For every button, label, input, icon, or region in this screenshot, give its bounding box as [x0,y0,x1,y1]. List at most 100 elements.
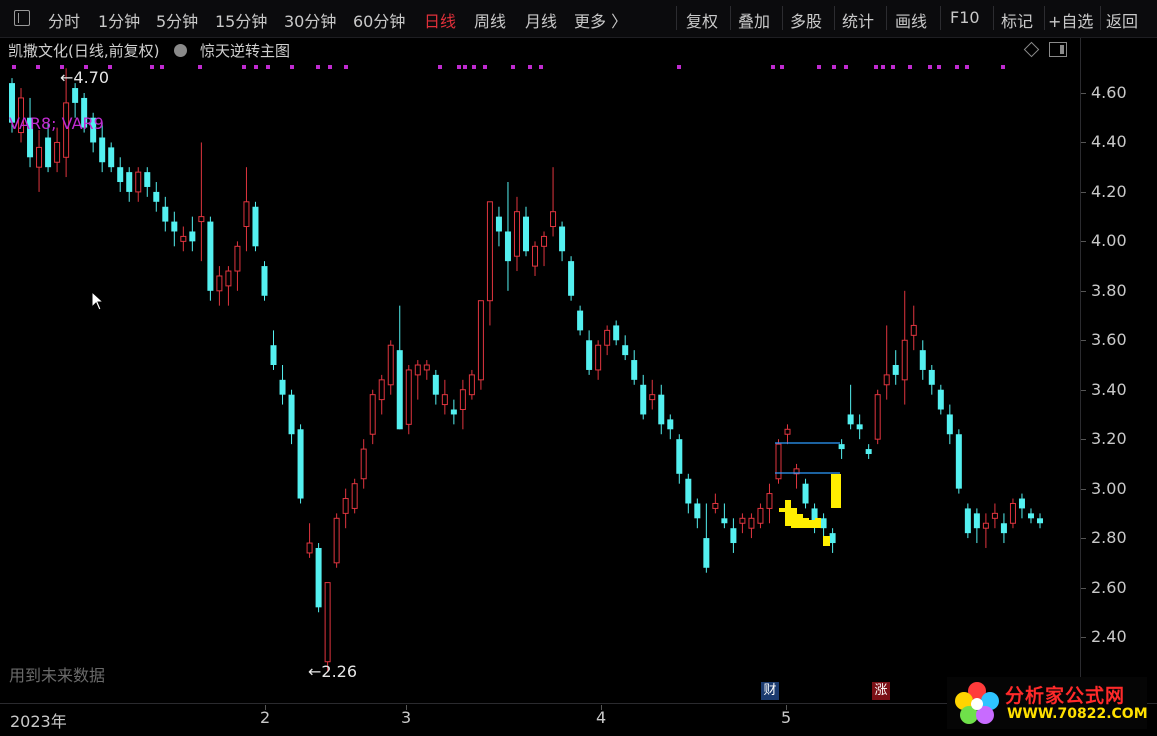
signal-dot [874,65,878,69]
candle-body-up [739,517,746,524]
dropdown-circle-icon[interactable] [174,44,188,57]
statistics-button[interactable]: 统计 [842,8,874,32]
candle-body-down [928,369,935,385]
mark-button[interactable]: 标记 [1001,8,1033,32]
candle [523,206,529,257]
signal-dot [832,65,836,69]
var-label: VAR8; VAR9 [9,114,104,133]
candle-body-up [468,374,475,396]
draw-line-button[interactable]: 画线 [895,8,927,32]
candle [955,429,962,494]
f10-button[interactable]: F10 [950,8,980,27]
candle [234,241,241,291]
candle-body-down [261,266,268,296]
tab-more[interactable]: 更多 〉 [574,8,627,32]
highlight-bar [823,536,830,546]
signal-dot [891,65,895,69]
candle [982,513,989,548]
price-tick-label: 2.80 [1091,528,1127,548]
back-button[interactable]: 返回 [1106,8,1138,32]
tab-1min[interactable]: 1分钟 [98,8,140,32]
candle [189,216,196,252]
candle-body-down [703,538,710,568]
candle [216,266,223,306]
candle-body-down [1018,498,1025,509]
signal-dot [965,65,969,69]
candle [369,389,376,445]
candle [784,424,791,445]
highlight-bar [809,520,815,528]
signal-dot [483,65,487,69]
candle [802,478,809,509]
candle [297,424,304,504]
tab-30min[interactable]: 30分钟 [284,8,336,32]
tab-monthly[interactable]: 月线 [525,8,557,32]
candle [577,305,584,336]
candle [207,216,214,301]
tab-weekly[interactable]: 周线 [474,8,506,32]
highlight-bar [831,474,841,508]
candle [144,167,151,197]
logo-url: WWW.70822.COM [1007,706,1148,722]
logo-title: 分析家公式网 [1005,685,1126,707]
price-tick [1081,587,1086,589]
candle-body-down [667,419,674,430]
candle-body-down [937,389,944,410]
tab-daily[interactable]: 日线 [424,8,456,32]
candle-body-up [486,201,493,302]
candle [153,182,160,212]
candle-body-down [622,345,629,356]
candle-body-up [649,394,656,401]
candle-body-down [919,350,926,370]
time-label-year: 2023年 [10,712,67,731]
candle-body-down [1037,518,1043,524]
candle-body-up [459,389,466,411]
candle [532,241,539,276]
add-watchlist-button[interactable]: +自选 [1048,8,1093,32]
limit-up-marker[interactable]: 涨 [872,682,890,700]
candle [135,167,142,202]
candle-body-down [973,513,980,529]
candle-body-down [279,379,286,395]
candle [1027,508,1034,524]
panel-icon[interactable] [1049,42,1067,57]
candle [513,196,520,272]
candle-body-down [820,518,827,529]
candle [252,201,259,252]
tab-15min[interactable]: 15分钟 [215,8,267,32]
candle [378,374,385,415]
candle [162,196,169,232]
candle-body-down [856,424,863,430]
candle-body-down [613,325,620,341]
signal-dot [844,65,848,69]
tab-fenshi[interactable]: 分时 [48,8,80,32]
candle [856,414,863,440]
restore-rights-button[interactable]: 复权 [686,8,718,32]
signal-dot [150,65,154,69]
signal-dot [1001,65,1005,69]
candle [595,340,602,380]
indicator-name[interactable]: 惊天逆转主图 [200,42,290,60]
candlestick-chart[interactable]: ←4.70 ←2.26 [0,38,1080,703]
candle-body-up [477,300,484,381]
stock-title: 凯撒文化(日线,前复权) [8,42,160,60]
price-tick [1081,538,1086,540]
candle [541,231,548,267]
chart-header: 凯撒文化(日线,前复权) 惊天逆转主图 [8,40,290,61]
tab-60min[interactable]: 60分钟 [353,8,405,32]
panel-toggle-icon[interactable] [14,10,30,26]
signal-dot [511,65,515,69]
tab-5min[interactable]: 5分钟 [156,8,198,32]
multi-stock-button[interactable]: 多股 [790,8,822,32]
price-tick [1081,389,1086,391]
candle [171,211,178,247]
overlay-button[interactable]: 叠加 [738,8,770,32]
finance-marker[interactable]: 财 [761,682,779,700]
candle [757,503,764,529]
candle-body-up [532,245,539,267]
candle-body-down [955,434,962,489]
candle [910,305,917,351]
candle [730,518,737,553]
candle-body-up [513,211,520,257]
candle-body-up [306,542,313,554]
